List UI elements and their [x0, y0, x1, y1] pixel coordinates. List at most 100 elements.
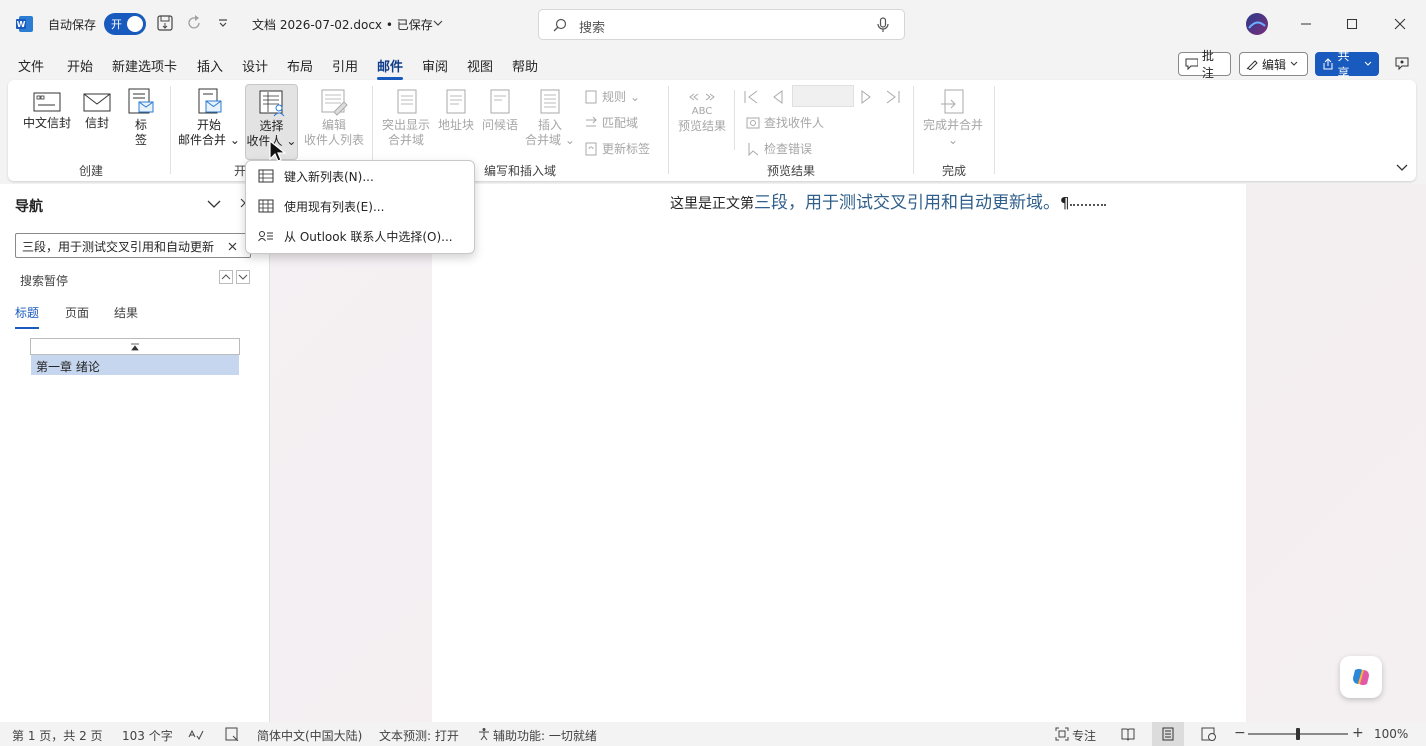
insert-merge-field-button[interactable]: 插入 合并域 ⌄: [524, 88, 576, 148]
outlook-contacts-item[interactable]: 从 Outlook 联系人中选择(O)...: [254, 222, 468, 250]
editing-label: 编辑: [1262, 57, 1287, 72]
search-results-status: 搜索暂停: [20, 274, 69, 288]
chevron-down-icon: [1290, 61, 1298, 66]
chevron-down-icon[interactable]: [207, 200, 221, 208]
next-result-button[interactable]: [236, 270, 250, 284]
autosave-toggle[interactable]: 开: [104, 13, 146, 35]
minimize-icon: [1301, 23, 1311, 25]
find-recipient-button[interactable]: 查找收件人: [746, 114, 824, 131]
envelope-button[interactable]: 信封: [80, 90, 114, 131]
word-count[interactable]: 103 个字: [122, 727, 173, 744]
feedback-icon[interactable]: [1394, 56, 1410, 72]
tab-references[interactable]: 引用: [332, 56, 358, 75]
microphone-icon[interactable]: [877, 17, 889, 33]
paragraph-text-highlight: 三段，用于测试交叉引用和自动更新域。: [754, 193, 1060, 213]
save-icon[interactable]: [157, 15, 173, 31]
previous-result-button[interactable]: [219, 270, 233, 284]
use-existing-list-item[interactable]: 使用现有列表(E)...: [254, 192, 468, 220]
tab-results[interactable]: 结果: [114, 304, 138, 321]
labels-icon: [128, 88, 154, 114]
share-button[interactable]: 共享: [1315, 49, 1379, 80]
tab-home[interactable]: 开始: [67, 56, 93, 75]
heading-item[interactable]: 第一章 绪论: [31, 355, 239, 375]
start-mail-merge-button[interactable]: 开始 邮件合并 ⌄: [178, 88, 240, 148]
ribbon-separator: [668, 86, 669, 174]
web-layout-icon[interactable]: [1201, 727, 1217, 741]
tab-view[interactable]: 视图: [467, 56, 493, 75]
edit-recipient-list-button[interactable]: 编辑 收件人列表: [301, 88, 367, 148]
collapse-ribbon-icon[interactable]: [1396, 164, 1408, 172]
avatar[interactable]: [1245, 12, 1269, 36]
chinese-envelope-button[interactable]: 中文信封: [20, 90, 74, 131]
greeting-line-label: 问候语: [481, 118, 518, 132]
labels-label-2: 签: [134, 133, 147, 147]
greeting-line-button[interactable]: 问候语: [480, 88, 520, 133]
zoom-slider-thumb[interactable]: [1296, 728, 1300, 740]
navigation-search-input[interactable]: 三段，用于测试交叉引用和自动更新: [15, 233, 251, 258]
zoom-in-button[interactable]: +: [1352, 725, 1364, 741]
clear-search-icon[interactable]: [228, 242, 237, 251]
collapse-all-button[interactable]: [30, 338, 240, 355]
page-count[interactable]: 第 1 页，共 2 页: [12, 727, 103, 744]
next-record-icon[interactable]: [860, 90, 874, 104]
tab-mailings[interactable]: 邮件: [377, 56, 404, 80]
edit-recipient-list-label-1: 编辑: [321, 118, 346, 132]
tab-help[interactable]: 帮助: [512, 56, 538, 75]
print-layout-button[interactable]: [1152, 722, 1184, 746]
group-preview-label: 预览结果: [767, 164, 816, 178]
navigation-pane: 导航: [0, 184, 270, 722]
editing-button[interactable]: 编辑: [1239, 52, 1308, 76]
accessibility-check-icon[interactable]: [224, 727, 240, 741]
rules-label: 规则: [602, 90, 627, 104]
last-record-icon[interactable]: [885, 90, 901, 104]
chevron-down-icon: [238, 274, 248, 280]
language-indicator[interactable]: 简体中文(中国大陆): [257, 727, 362, 744]
tab-headings[interactable]: 标题: [15, 304, 40, 329]
rules-button[interactable]: 规则 ⌄: [584, 88, 640, 105]
document-page[interactable]: 这里是正文第三段，用于测试交叉引用和自动更新域。¶: [432, 184, 1246, 722]
zoom-out-button[interactable]: −: [1234, 725, 1246, 741]
redo-icon[interactable]: [186, 15, 202, 31]
comments-button[interactable]: 批注: [1178, 49, 1231, 80]
tab-pages[interactable]: 页面: [65, 304, 89, 321]
address-block-button[interactable]: 地址块: [436, 88, 476, 133]
document-title[interactable]: 文档 2026-07-02.docx • 已保存: [252, 16, 433, 33]
proofing-icon[interactable]: [188, 727, 204, 741]
labels-button[interactable]: 标 签: [126, 88, 156, 148]
chevron-down-icon[interactable]: [433, 20, 443, 26]
first-record-icon[interactable]: [743, 90, 759, 104]
type-new-list-item[interactable]: 键入新列表(N)...: [254, 162, 468, 190]
tab-layout[interactable]: 布局: [287, 56, 313, 75]
focus-icon: [1055, 727, 1069, 741]
highlight-merge-fields-button[interactable]: 突出显示 合并域: [380, 88, 432, 148]
envelope-label: 信封: [84, 116, 109, 130]
focus-mode-button[interactable]: 专注: [1072, 727, 1096, 744]
read-mode-icon[interactable]: [1121, 727, 1135, 741]
tab-new-tab[interactable]: 新建选项卡: [112, 56, 177, 75]
tab-review[interactable]: 审阅: [422, 56, 448, 75]
preview-results-button[interactable]: ABC 预览结果: [674, 92, 730, 134]
collapse-up-icon: [131, 343, 139, 350]
close-button[interactable]: [1377, 0, 1423, 48]
zoom-level[interactable]: 100%: [1374, 727, 1408, 741]
search-box[interactable]: 搜索: [538, 9, 905, 40]
update-labels-button[interactable]: 更新标签: [584, 140, 650, 157]
text-prediction-status[interactable]: 文本预测: 打开: [379, 727, 459, 744]
finish-merge-button[interactable]: 完成并合并 ⌄: [920, 88, 986, 148]
tab-insert[interactable]: 插入: [197, 56, 223, 75]
contacts-icon: [258, 231, 273, 242]
maximize-button[interactable]: [1329, 0, 1375, 48]
copilot-button[interactable]: [1340, 656, 1382, 698]
customize-toolbar-icon[interactable]: [218, 19, 228, 27]
paragraph[interactable]: 这里是正文第三段，用于测试交叉引用和自动更新域。¶: [670, 188, 1106, 213]
edit-recipient-list-icon: [321, 89, 348, 116]
previous-record-icon[interactable]: [770, 90, 784, 104]
record-number-input[interactable]: [792, 85, 854, 107]
tab-design[interactable]: 设计: [242, 56, 268, 75]
check-errors-button[interactable]: 检查错误: [746, 140, 812, 157]
accessibility-status[interactable]: 辅助功能: 一切就绪: [493, 727, 597, 744]
minimize-button[interactable]: [1283, 0, 1329, 48]
match-fields-button[interactable]: 匹配域: [584, 114, 638, 131]
comment-icon: [1185, 58, 1198, 70]
tab-file[interactable]: 文件: [18, 56, 44, 75]
